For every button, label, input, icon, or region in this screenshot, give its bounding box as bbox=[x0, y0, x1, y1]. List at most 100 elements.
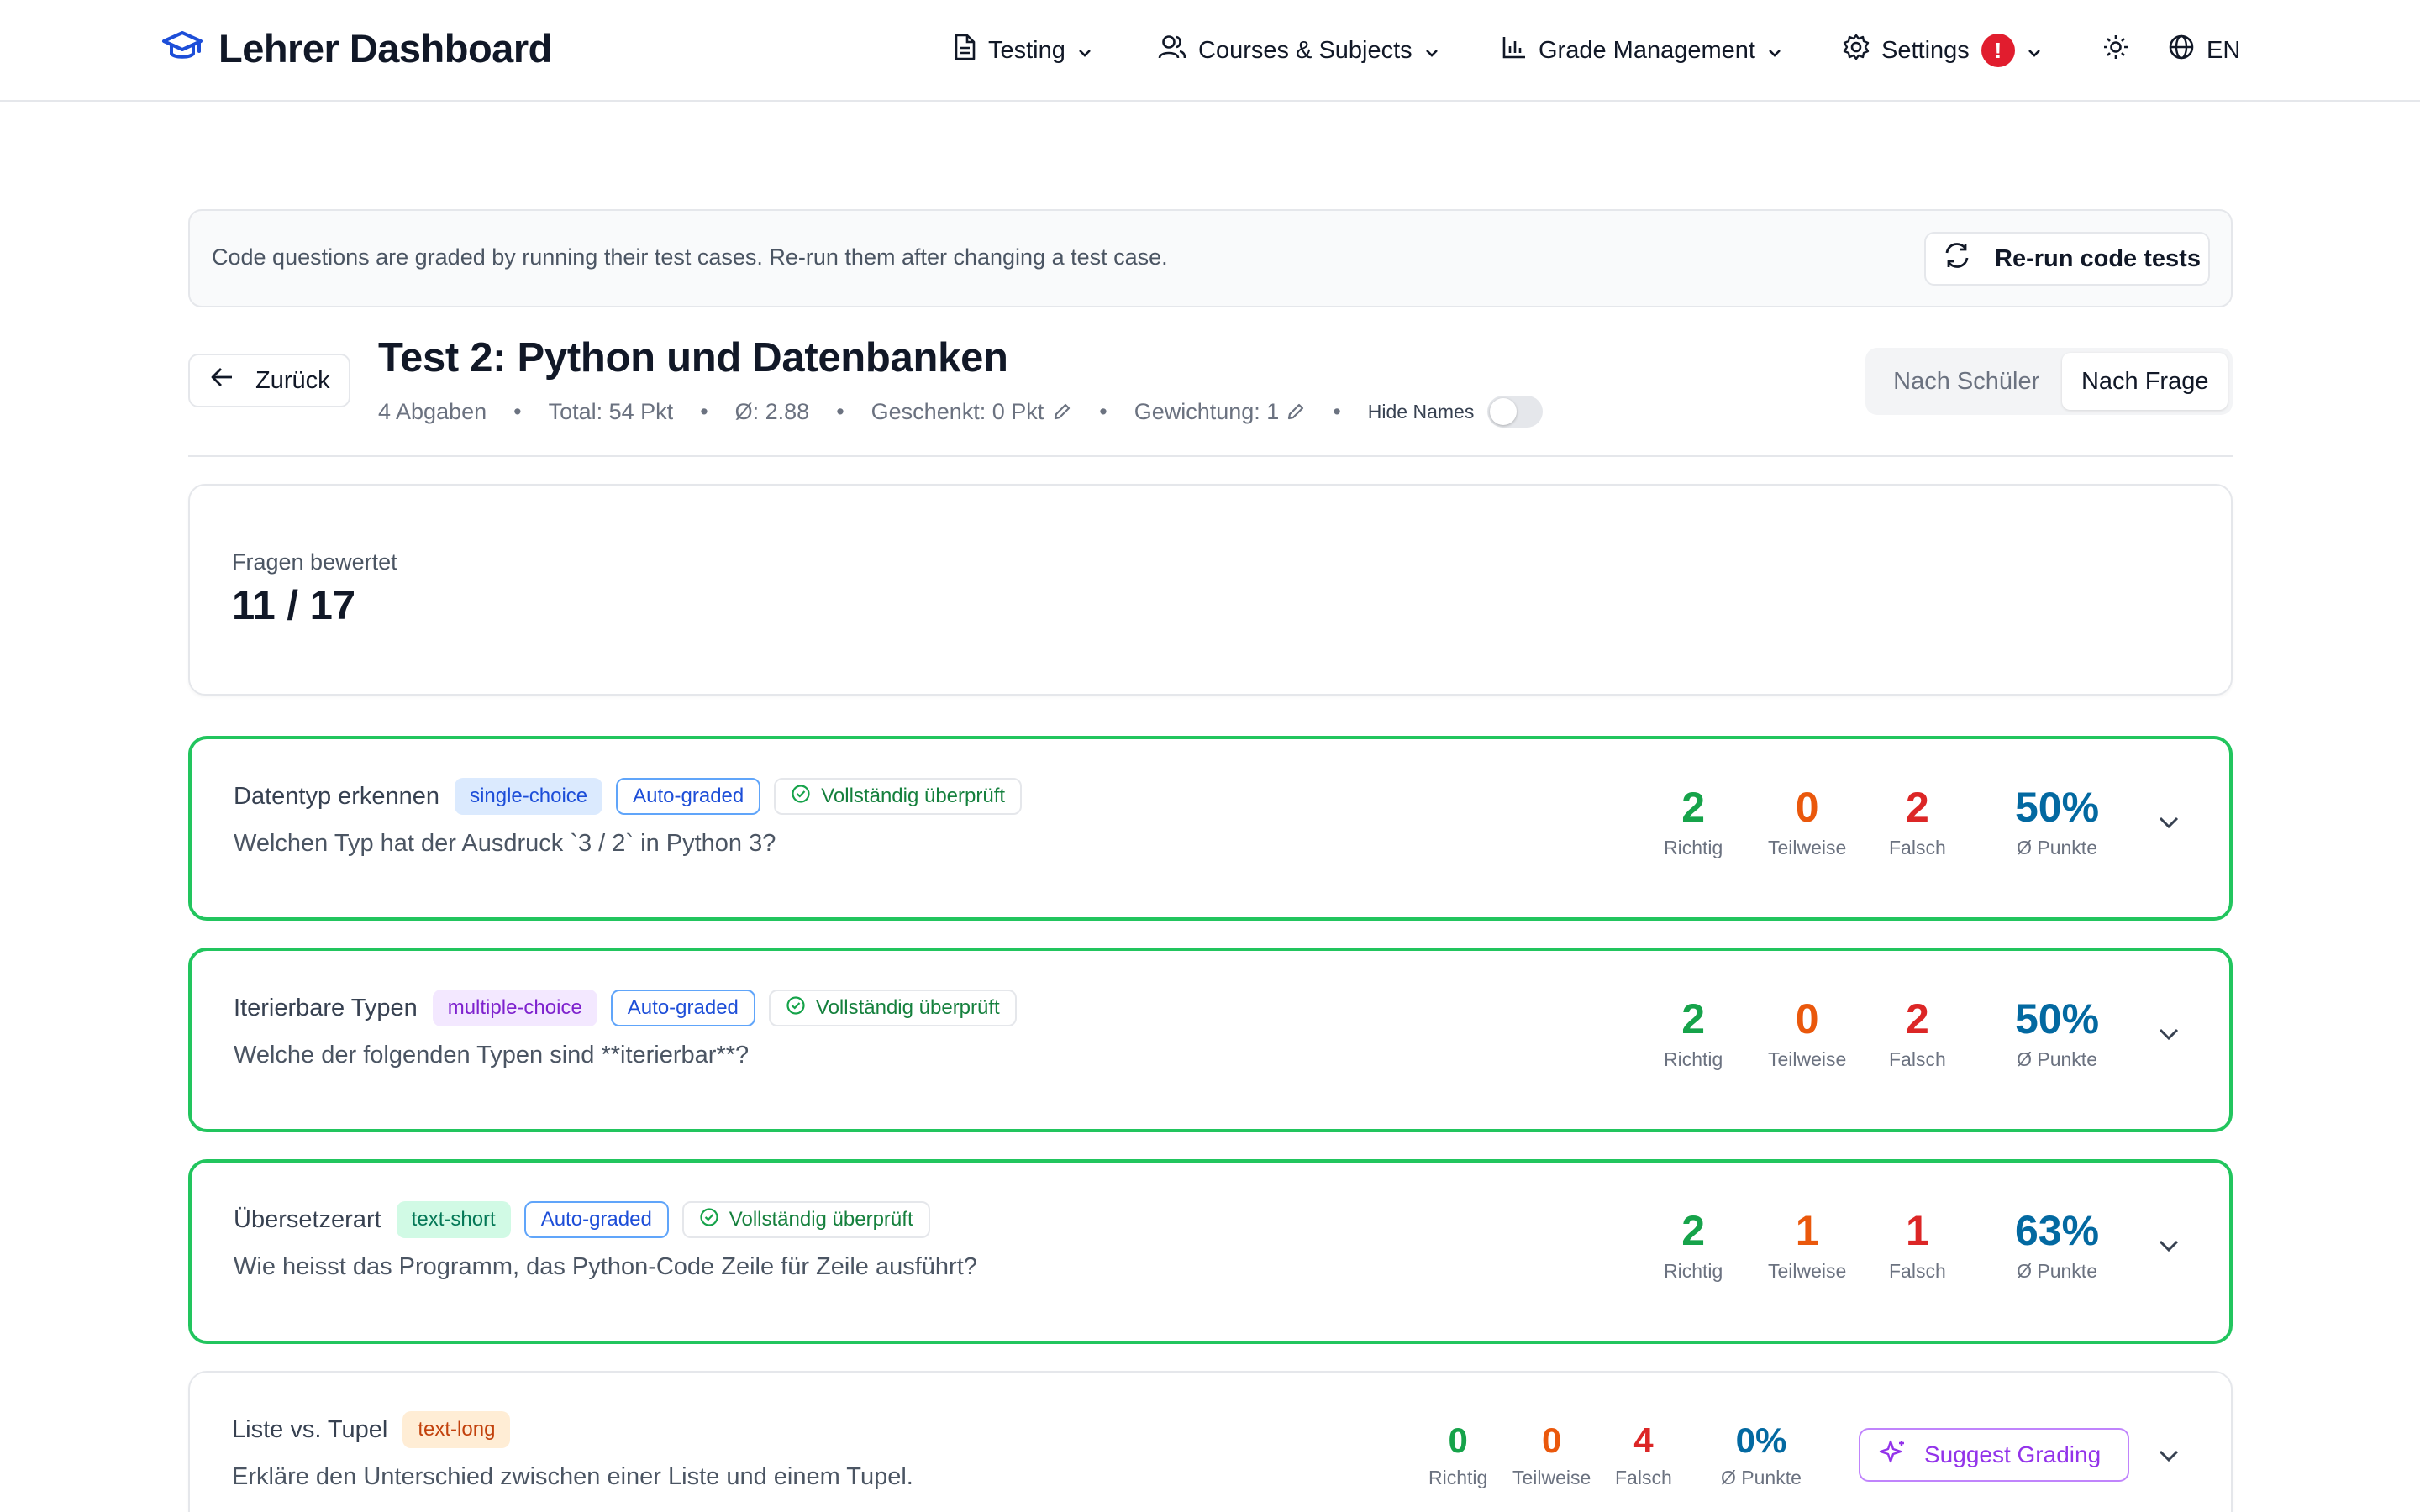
edit-pencil-icon[interactable] bbox=[1052, 402, 1072, 422]
stat-wrong: 2 Falsch bbox=[1889, 995, 1946, 1070]
chevron-down-icon[interactable] bbox=[2158, 1448, 2180, 1467]
stat-correct: 0 Richtig bbox=[1428, 1420, 1488, 1488]
button-label: Suggest Grading bbox=[1924, 1441, 2102, 1467]
back-button[interactable]: Zurück bbox=[188, 354, 350, 407]
chevron-down-icon[interactable] bbox=[2158, 815, 2180, 834]
stat-partial: 0 Teilweise bbox=[1512, 1420, 1591, 1488]
stat-partial: 1 Teilweise bbox=[1768, 1207, 1847, 1282]
chevron-down-icon[interactable] bbox=[2158, 1238, 2180, 1257]
question-card[interactable]: Datentyp erkennen single-choice Auto-gra… bbox=[188, 736, 2233, 921]
question-card[interactable]: Iterierbare Typen multiple-choice Auto-g… bbox=[188, 948, 2233, 1132]
question-card[interactable]: Übersetzerart text-short Auto-graded Vol… bbox=[188, 1159, 2233, 1344]
language-switcher[interactable]: EN bbox=[2168, 32, 2240, 69]
gifted-points: Geschenkt: 0 Pkt bbox=[871, 398, 1044, 424]
question-text: Erkläre den Unterschied zwischen einer L… bbox=[232, 1463, 913, 1490]
question-type-badge: single-choice bbox=[455, 778, 603, 815]
stat-correct: 2 Richtig bbox=[1664, 784, 1723, 858]
submission-count: 4 Abgaben bbox=[378, 398, 487, 424]
stat-correct: 2 Richtig bbox=[1664, 995, 1723, 1070]
hide-names-toggle[interactable] bbox=[1487, 396, 1544, 428]
graduation-cap-icon bbox=[161, 29, 203, 67]
page-title: Test 2: Python und Datenbanken bbox=[378, 335, 1008, 381]
auto-graded-badge: Auto-graded bbox=[523, 1201, 669, 1238]
gear-icon bbox=[1843, 34, 1870, 67]
summary-label: Fragen bewertet bbox=[232, 549, 397, 575]
question-text: Welchen Typ hat der Ausdruck `3 / 2` in … bbox=[234, 830, 776, 857]
check-circle-icon bbox=[699, 1207, 719, 1233]
hide-names-label: Hide Names bbox=[1367, 400, 1475, 423]
question-title: Liste vs. Tupel bbox=[232, 1415, 388, 1443]
nav-label: Settings bbox=[1881, 36, 1970, 64]
auto-graded-badge: Auto-graded bbox=[616, 778, 761, 815]
info-banner: Code questions are graded by running the… bbox=[188, 209, 2233, 307]
top-nav: Lehrer Dashboard Testing Courses & Subje… bbox=[0, 0, 2420, 102]
chevron-down-icon bbox=[1077, 37, 1092, 65]
summary-value: 11 / 17 bbox=[232, 583, 356, 628]
refresh-icon bbox=[1943, 241, 1971, 276]
theme-toggle[interactable] bbox=[2102, 32, 2129, 69]
stat-average: 50% Ø Punkte bbox=[2015, 784, 2100, 858]
question-card[interactable]: Liste vs. Tupel text-long Erkläre den Un… bbox=[188, 1371, 2233, 1512]
view-mode-toggle: Nach Schüler Nach Frage bbox=[1865, 348, 2233, 415]
question-type-badge: text-short bbox=[396, 1201, 511, 1238]
auto-graded-badge: Auto-graded bbox=[610, 990, 755, 1026]
brand[interactable]: Lehrer Dashboard bbox=[161, 25, 552, 71]
nav-settings[interactable]: Settings ! bbox=[1843, 32, 2042, 69]
app-title: Lehrer Dashboard bbox=[218, 26, 552, 71]
nav-testing[interactable]: Testing bbox=[953, 32, 1092, 69]
globe-icon bbox=[2168, 34, 2195, 67]
stat-partial: 0 Teilweise bbox=[1768, 784, 1847, 858]
status-badge: Vollständig überprüft bbox=[774, 778, 1023, 815]
status-badge: Vollständig überprüft bbox=[768, 990, 1017, 1026]
test-meta: 4 Abgaben • Total: 54 Pkt • Ø: 2.88 • Ge… bbox=[378, 395, 1544, 428]
question-title: Iterierbare Typen bbox=[234, 994, 418, 1021]
stat-average: 0% Ø Punkte bbox=[1721, 1420, 1802, 1488]
arrow-left-icon bbox=[210, 366, 234, 395]
button-label: Zurück bbox=[255, 366, 330, 394]
nav-grade-management[interactable]: Grade Management bbox=[1502, 32, 1782, 69]
document-icon bbox=[953, 34, 976, 67]
stat-average: 50% Ø Punkte bbox=[2015, 995, 2100, 1070]
nav-label: Grade Management bbox=[1539, 36, 1755, 64]
rerun-code-tests-button[interactable]: Re-run code tests bbox=[1924, 232, 2210, 286]
weighting: Gewichtung: 1 bbox=[1134, 398, 1280, 424]
language-label: EN bbox=[2207, 36, 2241, 64]
users-icon bbox=[1158, 34, 1186, 67]
bar-chart-icon bbox=[1502, 34, 1527, 66]
banner-text: Code questions are graded by running the… bbox=[212, 244, 1168, 270]
sun-icon bbox=[2102, 34, 2129, 67]
stat-wrong: 2 Falsch bbox=[1889, 784, 1946, 858]
question-title: Übersetzerart bbox=[234, 1205, 381, 1233]
chevron-down-icon[interactable] bbox=[2158, 1026, 2180, 1046]
check-circle-icon bbox=[791, 784, 811, 810]
nav-courses-subjects[interactable]: Courses & Subjects bbox=[1158, 32, 1439, 69]
question-text: Wie heisst das Programm, das Python-Code… bbox=[234, 1253, 977, 1280]
question-type-badge: text-long bbox=[402, 1411, 511, 1448]
tab-by-student[interactable]: Nach Schüler bbox=[1870, 353, 2062, 410]
tab-by-question[interactable]: Nach Frage bbox=[2062, 353, 2228, 410]
question-text: Welche der folgenden Typen sind **iterie… bbox=[234, 1042, 750, 1068]
divider bbox=[188, 455, 2233, 457]
suggest-grading-button[interactable]: Suggest Grading bbox=[1859, 1428, 2129, 1482]
edit-pencil-icon[interactable] bbox=[1286, 402, 1306, 422]
status-badge: Vollständig überprüft bbox=[681, 1201, 930, 1238]
chevron-down-icon bbox=[2027, 37, 2042, 65]
stat-partial: 0 Teilweise bbox=[1768, 995, 1847, 1070]
total-points: Total: 54 Pkt bbox=[548, 398, 674, 424]
question-title: Datentyp erkennen bbox=[234, 782, 440, 810]
check-circle-icon bbox=[786, 995, 806, 1021]
stat-correct: 2 Richtig bbox=[1664, 1207, 1723, 1282]
question-type-badge: multiple-choice bbox=[432, 990, 597, 1026]
alert-badge: ! bbox=[1981, 34, 2015, 67]
chevron-down-icon bbox=[1767, 37, 1782, 65]
sparkles-icon bbox=[1879, 1438, 1907, 1473]
button-label: Re-run code tests bbox=[1995, 244, 2201, 272]
stat-wrong: 1 Falsch bbox=[1889, 1207, 1946, 1282]
nav-label: Courses & Subjects bbox=[1198, 36, 1413, 64]
chevron-down-icon bbox=[1424, 37, 1439, 65]
average-grade: Ø: 2.88 bbox=[734, 398, 810, 424]
stat-wrong: 4 Falsch bbox=[1615, 1420, 1672, 1488]
grading-summary-card: Fragen bewertet 11 / 17 bbox=[188, 484, 2233, 696]
stat-average: 63% Ø Punkte bbox=[2015, 1207, 2100, 1282]
nav-label: Testing bbox=[988, 36, 1065, 64]
